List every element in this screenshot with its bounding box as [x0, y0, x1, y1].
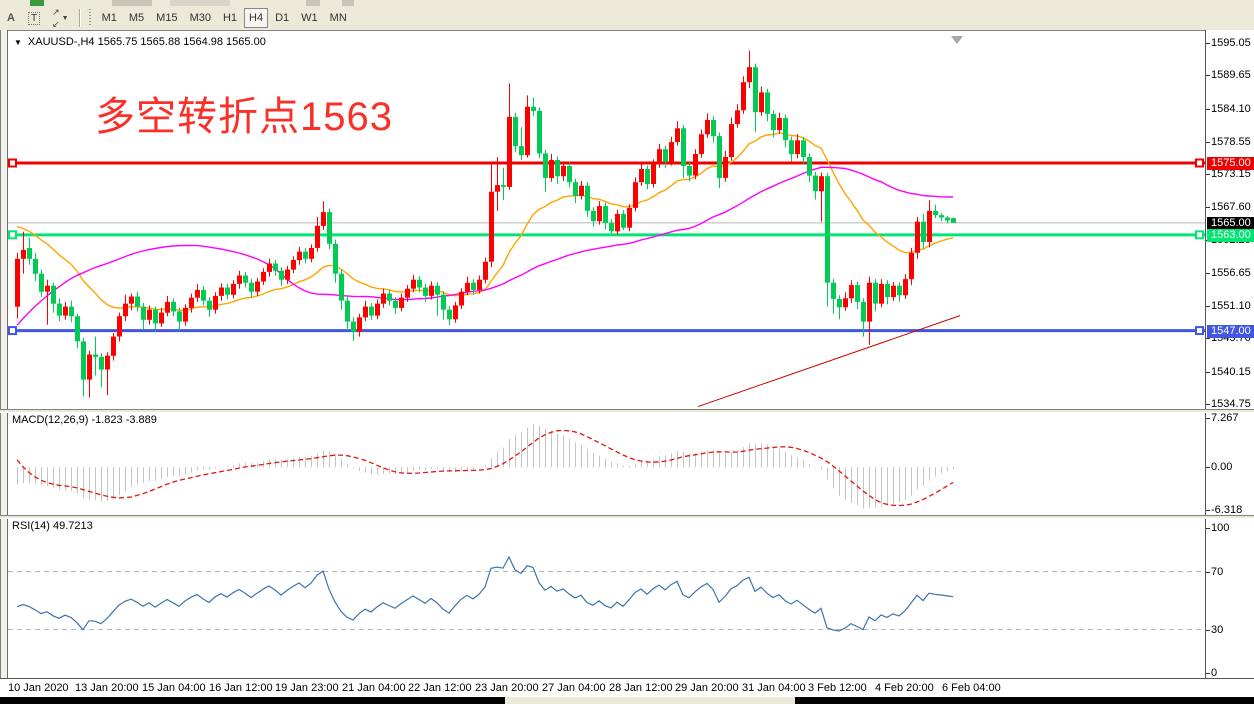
panel-divider[interactable] — [0, 515, 1254, 519]
chart-text-annotation[interactable]: 多空转折点1563 — [95, 84, 393, 142]
time-axis-label: 31 Jan 04:00 — [742, 682, 806, 694]
pivot-line-handle[interactable] — [9, 231, 16, 238]
text-tool-button[interactable]: T — [23, 8, 45, 28]
axis-tick — [1206, 467, 1210, 468]
time-axis-label: 23 Jan 20:00 — [475, 682, 539, 694]
rsi-axis-label: 100 — [1211, 522, 1229, 534]
price-axis-label: 1584.10 — [1211, 103, 1251, 115]
price-axis-label: 1551.10 — [1211, 300, 1251, 312]
toolbar-drag-grip[interactable] — [88, 9, 93, 27]
time-axis-label: 4 Feb 20:00 — [875, 682, 934, 694]
resistance-line-handle[interactable] — [9, 159, 16, 166]
window-left-frame — [0, 30, 8, 697]
axis-tick — [1206, 75, 1210, 76]
axis-tick — [1206, 273, 1210, 274]
axis-tick — [1206, 306, 1210, 307]
time-axis-label: 27 Jan 04:00 — [542, 682, 606, 694]
macd-signal-line — [17, 430, 953, 505]
price-axis-label: 1578.55 — [1211, 136, 1251, 148]
time-axis-label: 13 Jan 20:00 — [75, 682, 139, 694]
time-axis-label: 15 Jan 04:00 — [142, 682, 206, 694]
axis-tick — [1206, 43, 1210, 44]
symbol-ohlc-text: XAUUSD-,H4 1565.75 1565.88 1564.98 1565.… — [28, 36, 266, 48]
time-axis-label: 19 Jan 23:00 — [275, 682, 339, 694]
timeframe-button-mn[interactable]: MN — [325, 8, 352, 28]
scrollbar-thumb[interactable] — [505, 697, 795, 704]
cursor-mode-dropdown-button[interactable]: ↗↙ ▼ — [47, 8, 73, 28]
timeframe-button-h4[interactable]: H4 — [244, 8, 268, 28]
price-axis-label: 1589.65 — [1211, 69, 1251, 81]
axis-tick — [1206, 372, 1210, 373]
time-axis-label: 10 Jan 2020 — [8, 682, 69, 694]
axis-tick — [1206, 109, 1210, 110]
price-axis-label: 1595.05 — [1211, 37, 1251, 49]
diagonal-arrows-icon: ↗↙ — [52, 6, 60, 30]
time-axis-label: 16 Jan 12:00 — [209, 682, 273, 694]
axis-tick — [1206, 528, 1210, 529]
scroll-marker-icon[interactable] — [951, 36, 963, 44]
text-label-tool-button[interactable]: A — [1, 8, 21, 28]
chevron-down-icon: ▼ — [62, 15, 69, 22]
chart-toolbar: A T ↗↙ ▼ M1M5M15M30H1H4D1W1MN — [0, 6, 1254, 31]
timeframe-button-h1[interactable]: H1 — [218, 8, 242, 28]
mt4-chart-window: { "toolbar": { "tools": [ {"id":"text-la… — [0, 0, 1254, 704]
support-line-handle[interactable] — [9, 327, 16, 334]
macd-axis-label: 0.00 — [1211, 461, 1232, 473]
rsi-axis-label: 30 — [1211, 624, 1223, 636]
symbol-dropdown-icon[interactable]: ▼ — [14, 38, 22, 47]
rsi-indicator-label: RSI(14) 49.7213 — [12, 520, 93, 532]
panel-divider[interactable] — [0, 409, 1254, 413]
axis-tick — [1206, 418, 1210, 419]
axis-tick — [1206, 404, 1210, 405]
timeframe-button-m15[interactable]: M15 — [151, 8, 182, 28]
timeframe-button-m30[interactable]: M30 — [185, 8, 216, 28]
axis-tick — [1206, 142, 1210, 143]
rsi-line — [17, 557, 953, 631]
text-tool-icon: T — [28, 12, 40, 25]
axis-tick — [1206, 673, 1210, 674]
ma-fast-orange — [17, 133, 953, 310]
price-badge-1563-00: 1563.00 — [1207, 229, 1254, 242]
axis-tick — [1206, 338, 1210, 339]
axis-tick — [1206, 207, 1210, 208]
price-badge-1547-00: 1547.00 — [1207, 325, 1254, 338]
rsi-panel — [8, 557, 1205, 631]
time-axis: 10 Jan 2020 13 Jan 20:0015 Jan 04:0016 Ja… — [0, 678, 1254, 698]
axis-tick — [1206, 510, 1210, 511]
rsi-axis-label: 70 — [1211, 566, 1223, 578]
axis-tick — [1206, 630, 1210, 631]
macd-indicator-label: MACD(12,26,9) -1.823 -3.889 — [12, 414, 157, 426]
time-axis-label: 6 Feb 04:00 — [942, 682, 1001, 694]
price-axis-label: 1540.15 — [1211, 366, 1251, 378]
horizontal-scrollbar — [0, 697, 1254, 704]
time-axis-label: 21 Jan 04:00 — [342, 682, 406, 694]
support-line-handle[interactable] — [1196, 327, 1203, 334]
macd-panel — [17, 424, 954, 508]
timeframe-button-m1[interactable]: M1 — [97, 8, 122, 28]
chart-symbol-title[interactable]: ▼ XAUUSD-,H4 1565.75 1565.88 1564.98 156… — [14, 36, 266, 48]
axis-tick — [1206, 572, 1210, 573]
time-axis-label: 22 Jan 12:00 — [408, 682, 472, 694]
toolbar-separator — [79, 9, 81, 27]
timeframe-button-d1[interactable]: D1 — [270, 8, 294, 28]
price-axis: 1595.051589.651584.101578.551573.151567.… — [1205, 30, 1254, 678]
timeframe-button-w1[interactable]: W1 — [296, 8, 323, 28]
price-axis-label: 1556.65 — [1211, 267, 1251, 279]
price-badge-1575-00: 1575.00 — [1207, 157, 1254, 170]
time-axis-label: 29 Jan 20:00 — [675, 682, 739, 694]
time-axis-label: 28 Jan 12:00 — [609, 682, 673, 694]
pivot-line-handle[interactable] — [1196, 231, 1203, 238]
resistance-line-handle[interactable] — [1196, 159, 1203, 166]
time-axis-label: 3 Feb 12:00 — [808, 682, 867, 694]
price-axis-label: 1567.60 — [1211, 201, 1251, 213]
timeframe-button-m5[interactable]: M5 — [124, 8, 149, 28]
axis-tick — [1206, 174, 1210, 175]
macd-axis-label: 7.267 — [1211, 412, 1239, 424]
timeframe-button-group: M1M5M15M30H1H4D1W1MN — [96, 8, 353, 28]
ma-slow-magenta — [17, 167, 953, 325]
